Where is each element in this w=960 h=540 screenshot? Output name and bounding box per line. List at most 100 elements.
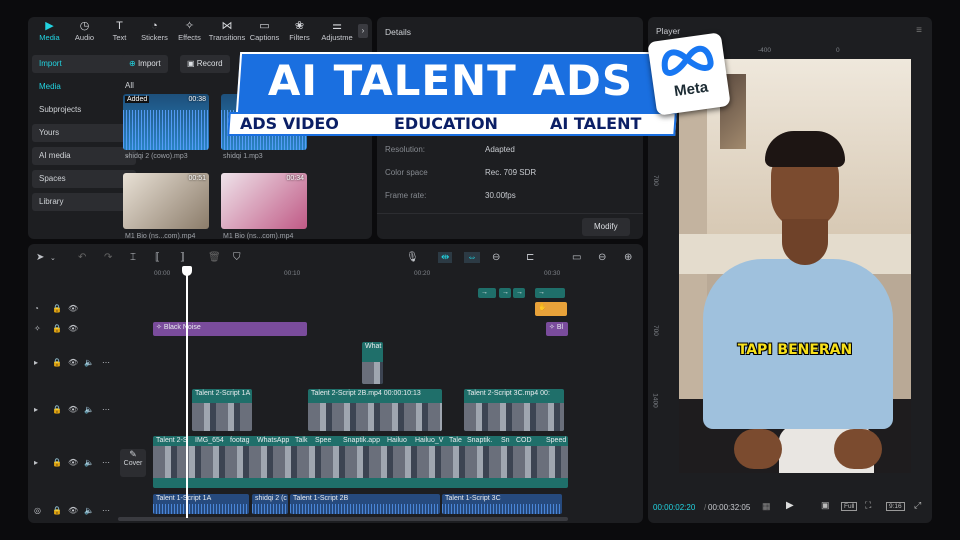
split-icon[interactable]: ⌶: [130, 252, 136, 263]
tab-text[interactable]: T Text: [102, 20, 137, 45]
video-track-icon: ▸: [34, 358, 39, 367]
audio-clip[interactable]: Talent 1-Script 2B: [290, 494, 440, 514]
speaker-icon[interactable]: 🔈: [84, 506, 94, 515]
tab-adjustment[interactable]: ⚌ Adjustme: [317, 20, 357, 45]
overlay-clip[interactable]: What: [362, 342, 383, 384]
transition-clip[interactable]: →: [478, 288, 496, 298]
ruler-tick: 00:30: [544, 270, 561, 277]
play-icon[interactable]: ▶: [786, 500, 794, 511]
link-icon[interactable]: ⊖: [492, 252, 500, 263]
lock-icon[interactable]: 🔒: [52, 358, 62, 367]
zoom-out-icon[interactable]: ⊖: [598, 252, 606, 263]
sidebar-item-spaces[interactable]: Spaces⌄: [32, 170, 136, 188]
timeline-ruler[interactable]: 00:00 00:10 00:20 00:30: [152, 268, 643, 280]
detail-label: Resolution:: [385, 145, 426, 154]
shield-icon[interactable]: ⛉: [233, 252, 241, 263]
audio-clip[interactable]: Talent 1-Script 3C: [442, 494, 562, 514]
playhead[interactable]: [186, 268, 188, 518]
effect-clip[interactable]: ✧ Bl: [546, 322, 568, 336]
more-icon[interactable]: ⋯: [102, 405, 110, 414]
transition-clip[interactable]: →: [513, 288, 525, 298]
transition-clip[interactable]: →: [499, 288, 511, 298]
full-quality-button[interactable]: Full: [841, 502, 858, 511]
zoom-in-icon[interactable]: ⊕: [624, 252, 632, 263]
clip-frames: [464, 403, 564, 431]
eye-icon[interactable]: 👁: [68, 506, 78, 515]
more-icon[interactable]: ⋯: [102, 358, 110, 367]
trim-right-icon[interactable]: ⟧: [180, 252, 185, 263]
auto-snap-icon[interactable]: ⇔: [464, 252, 480, 263]
tab-media[interactable]: ▶ Media: [32, 20, 67, 45]
chevron-down-icon[interactable]: ⌄: [50, 254, 56, 262]
modify-button[interactable]: Modify: [582, 218, 630, 236]
tab-filters[interactable]: ❀ Filters: [282, 20, 317, 45]
eye-icon[interactable]: 👁: [68, 458, 78, 467]
microphone-icon[interactable]: 🎙: [406, 252, 419, 263]
playhead-handle[interactable]: [182, 266, 192, 276]
ruler-label: 0: [836, 47, 840, 54]
effect-clip[interactable]: ✧ Black Noise: [153, 322, 307, 336]
trim-left-icon[interactable]: ⟦: [155, 252, 160, 263]
media-item[interactable]: 00:51: [123, 173, 209, 229]
tab-effects[interactable]: ✧ Effects: [172, 20, 207, 45]
audio-clip[interactable]: Talent 1-Script 1A: [153, 494, 249, 514]
lock-icon[interactable]: 🔒: [52, 458, 62, 467]
effect-clip-label: ✧ Black Noise: [156, 324, 201, 331]
lock-icon[interactable]: 🔒: [52, 506, 62, 515]
snapshot-icon[interactable]: ▣: [821, 500, 830, 511]
main-track[interactable]: Talent 2-S IMG_654 footag WhatsApp Talk …: [153, 436, 568, 488]
menu-icon[interactable]: ≡: [916, 25, 922, 36]
delete-icon[interactable]: 🗑: [208, 252, 221, 263]
speaker-icon[interactable]: 🔈: [84, 358, 94, 367]
redo-icon[interactable]: ↷: [104, 252, 112, 263]
ruler-label: 700: [651, 175, 659, 186]
sidebar-item-import[interactable]: Import⌃: [32, 55, 136, 73]
video-preview[interactable]: TAPI BENERAN: [679, 59, 911, 473]
select-tool-icon[interactable]: ➤: [36, 252, 44, 263]
track-header: ▸ 🔒 👁 🔈 ⋯: [32, 405, 112, 419]
more-icon[interactable]: ⋯: [102, 458, 110, 467]
lock-icon[interactable]: 🔒: [52, 304, 62, 313]
media-item[interactable]: 00:34: [221, 173, 307, 229]
eye-icon[interactable]: 👁: [68, 358, 78, 367]
speaker-icon[interactable]: 🔈: [84, 458, 94, 467]
audio-clip[interactable]: shidqi 2 (c: [252, 494, 288, 514]
video-clip[interactable]: Talent 2-Script 3C.mp4 00:: [464, 389, 564, 431]
transition-clip[interactable]: →: [535, 288, 565, 298]
ratio-button[interactable]: 9:16: [886, 502, 905, 511]
cover-button[interactable]: ✎ Cover: [120, 449, 146, 477]
sidebar-item-media[interactable]: Media: [32, 78, 136, 96]
filter-all[interactable]: All: [125, 81, 134, 90]
sidebar-item-subprojects[interactable]: Subprojects: [32, 101, 136, 119]
lock-icon[interactable]: 🔒: [52, 405, 62, 414]
lock-icon[interactable]: 🔒: [52, 324, 62, 333]
toolbar-more-icon[interactable]: ›: [358, 24, 368, 38]
sidebar-item-library[interactable]: Library⌄: [32, 193, 136, 211]
tab-transitions[interactable]: ⋈ Transitions: [207, 20, 247, 45]
eye-icon[interactable]: 👁: [68, 324, 78, 333]
main-track-magnet-icon[interactable]: ⇹: [438, 252, 453, 263]
sidebar-item-yours[interactable]: Yours⌄: [32, 124, 136, 142]
sticker-clip[interactable]: ✋: [535, 302, 567, 316]
video-clip[interactable]: Talent 2-Script 2B.mp4 00:00:10:13: [308, 389, 442, 431]
monitor-icon[interactable]: ▭: [572, 252, 581, 263]
fullscreen-icon[interactable]: ⤢: [914, 500, 921, 511]
preview-axis-icon[interactable]: ⊏: [526, 252, 534, 263]
speaker-icon[interactable]: 🔈: [84, 405, 94, 414]
sidebar-item-ai-media[interactable]: AI media ⌄: [32, 147, 136, 165]
media-item[interactable]: Added 00:38: [123, 94, 209, 150]
fit-icon[interactable]: ⛶: [865, 500, 871, 511]
tab-audio[interactable]: ◷ Audio: [67, 20, 102, 45]
tab-captions[interactable]: ▭ Captions: [247, 20, 282, 45]
record-button[interactable]: ▣ Record: [180, 55, 230, 73]
undo-icon[interactable]: ↶: [78, 252, 86, 263]
eye-icon[interactable]: 👁: [68, 304, 78, 313]
filmstrip-icon[interactable]: ▦: [762, 501, 771, 512]
video-clip[interactable]: Talent 2-Script 1A: [192, 389, 252, 431]
eye-icon[interactable]: 👁: [68, 405, 78, 414]
more-icon[interactable]: ⋯: [102, 506, 110, 515]
import-button[interactable]: ⊕ Import: [122, 55, 168, 73]
tab-stickers[interactable]: ◔ Stickers: [137, 20, 172, 45]
clip-frames: [192, 403, 252, 431]
effect-icon: ✧: [156, 324, 164, 331]
